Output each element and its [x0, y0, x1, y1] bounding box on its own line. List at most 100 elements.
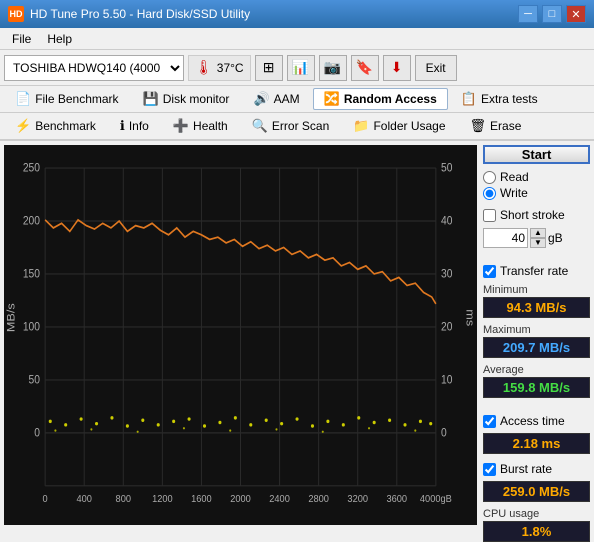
- short-stroke-spinbox[interactable]: [483, 228, 528, 248]
- tab-extra-tests[interactable]: 📋 Extra tests: [450, 88, 549, 110]
- radio-write-input[interactable]: [483, 187, 496, 200]
- tab-health[interactable]: ➕ Health: [162, 115, 239, 137]
- svg-text:2800: 2800: [308, 494, 329, 506]
- folder-usage-icon: 📁: [353, 118, 369, 134]
- svg-text:50: 50: [441, 162, 452, 175]
- nav-tabs-row1: 📄 File Benchmark 💾 Disk monitor 🔊 AAM 🔀 …: [0, 86, 594, 113]
- tab-benchmark-label: Benchmark: [35, 119, 96, 133]
- tab-erase[interactable]: 🗑 Erase: [459, 115, 533, 137]
- svg-text:2000: 2000: [230, 494, 251, 506]
- svg-text:50: 50: [29, 374, 40, 387]
- svg-text:100: 100: [23, 321, 40, 334]
- tab-erase-label: Erase: [490, 119, 521, 133]
- spinbox-row: ▲ ▼ gB: [483, 228, 590, 248]
- svg-text:800: 800: [116, 494, 132, 506]
- burst-rate-label: Burst rate: [500, 462, 552, 476]
- toolbar: TOSHIBA HDWQ140 (4000 gB) 🌡 37°C ⊞ 📊 📷 🔖…: [0, 50, 594, 86]
- svg-text:0: 0: [441, 427, 447, 440]
- tab-error-scan-label: Error Scan: [272, 119, 329, 133]
- menu-bar: File Help: [0, 28, 594, 50]
- svg-text:20: 20: [441, 321, 452, 334]
- svg-text:1600: 1600: [191, 494, 212, 506]
- transfer-rate-checkbox[interactable]: [483, 265, 496, 278]
- temperature-badge: 🌡 37°C: [188, 55, 251, 81]
- tab-file-benchmark[interactable]: 📄 File Benchmark: [4, 88, 130, 110]
- main-content: 250 200 150 100 50 0 MB/s 50 40 30 20 10…: [0, 141, 594, 529]
- nav-tabs-row2: ⚡ Benchmark ℹ Info ➕ Health 🔍 Error Scan…: [0, 113, 594, 140]
- svg-text:150: 150: [23, 268, 40, 281]
- cpu-usage-label: CPU usage: [483, 508, 590, 520]
- tab-benchmark[interactable]: ⚡ Benchmark: [4, 115, 107, 137]
- toolbar-btn-4[interactable]: 🔖: [351, 55, 379, 81]
- app-icon: HD: [8, 6, 24, 22]
- tab-health-label: Health: [193, 119, 228, 133]
- exit-button[interactable]: Exit: [415, 55, 457, 81]
- checkbox-short-stroke[interactable]: Short stroke: [483, 208, 590, 222]
- start-button[interactable]: Start: [483, 145, 590, 164]
- radio-read-input[interactable]: [483, 171, 496, 184]
- svg-text:4000gB: 4000gB: [420, 494, 452, 506]
- tab-info[interactable]: ℹ Info: [109, 115, 160, 137]
- access-time-label: Access time: [500, 414, 565, 428]
- svg-text:10: 10: [441, 374, 452, 387]
- average-value: 159.8 MB/s: [483, 377, 590, 398]
- menu-file[interactable]: File: [4, 30, 39, 48]
- toolbar-btn-3[interactable]: 📷: [319, 55, 347, 81]
- file-benchmark-icon: 📄: [15, 91, 31, 107]
- svg-text:1200: 1200: [152, 494, 173, 506]
- svg-text:30: 30: [441, 268, 452, 281]
- minimum-value: 94.3 MB/s: [483, 297, 590, 318]
- svg-text:400: 400: [76, 494, 92, 506]
- average-label: Average: [483, 364, 590, 376]
- health-icon: ➕: [173, 118, 189, 134]
- close-button[interactable]: ✕: [566, 5, 586, 23]
- short-stroke-label: Short stroke: [500, 208, 565, 222]
- transfer-rate-label: Transfer rate: [500, 264, 568, 278]
- minimum-label: Minimum: [483, 284, 590, 296]
- svg-text:3600: 3600: [387, 494, 408, 506]
- checkbox-access-time[interactable]: Access time: [483, 414, 590, 428]
- tab-disk-monitor[interactable]: 💾 Disk monitor: [132, 88, 241, 110]
- access-time-checkbox[interactable]: [483, 415, 496, 428]
- tab-error-scan[interactable]: 🔍 Error Scan: [241, 115, 341, 137]
- disk-monitor-icon: 💾: [143, 91, 159, 107]
- tab-random-access[interactable]: 🔀 Random Access: [313, 88, 448, 110]
- svg-text:200: 200: [23, 215, 40, 228]
- stat-minimum: Minimum 94.3 MB/s: [483, 284, 590, 318]
- svg-text:ms: ms: [464, 309, 477, 326]
- temperature-value: 37°C: [217, 61, 244, 75]
- drive-select[interactable]: TOSHIBA HDWQ140 (4000 gB): [4, 55, 184, 81]
- stat-maximum: Maximum 209.7 MB/s: [483, 324, 590, 358]
- spinbox-up[interactable]: ▲: [530, 228, 546, 238]
- spinbox-buttons: ▲ ▼: [530, 228, 546, 248]
- tab-random-access-label: Random Access: [344, 92, 437, 106]
- checkbox-transfer-rate[interactable]: Transfer rate: [483, 264, 590, 278]
- chart-svg: 250 200 150 100 50 0 MB/s 50 40 30 20 10…: [4, 145, 477, 525]
- burst-rate-checkbox[interactable]: [483, 463, 496, 476]
- maximize-button[interactable]: □: [542, 5, 562, 23]
- toolbar-btn-1[interactable]: ⊞: [255, 55, 283, 81]
- svg-text:2400: 2400: [269, 494, 290, 506]
- toolbar-btn-2[interactable]: 📊: [287, 55, 315, 81]
- short-stroke-checkbox[interactable]: [483, 209, 496, 222]
- radio-write[interactable]: Write: [483, 186, 590, 200]
- menu-help[interactable]: Help: [39, 30, 80, 48]
- access-time-value: 2.18 ms: [483, 433, 590, 454]
- stat-cpu-usage: CPU usage 1.8%: [483, 508, 590, 542]
- cpu-usage-value: 1.8%: [483, 521, 590, 542]
- radio-read[interactable]: Read: [483, 170, 590, 184]
- toolbar-btn-download[interactable]: ⬇: [383, 55, 411, 81]
- title-bar-left: HD HD Tune Pro 5.50 - Hard Disk/SSD Util…: [8, 6, 250, 22]
- aam-icon: 🔊: [253, 91, 269, 107]
- minimize-button[interactable]: ─: [518, 5, 538, 23]
- title-bar: HD HD Tune Pro 5.50 - Hard Disk/SSD Util…: [0, 0, 594, 28]
- tab-aam[interactable]: 🔊 AAM: [242, 88, 310, 110]
- svg-text:250: 250: [23, 162, 40, 175]
- checkbox-burst-rate[interactable]: Burst rate: [483, 462, 590, 476]
- spinbox-down[interactable]: ▼: [530, 238, 546, 248]
- spinbox-unit: gB: [548, 231, 563, 245]
- error-scan-icon: 🔍: [252, 118, 268, 134]
- tab-folder-usage[interactable]: 📁 Folder Usage: [342, 115, 456, 137]
- chart-area: 250 200 150 100 50 0 MB/s 50 40 30 20 10…: [4, 145, 477, 525]
- nav-tabs-container: 📄 File Benchmark 💾 Disk monitor 🔊 AAM 🔀 …: [0, 86, 594, 141]
